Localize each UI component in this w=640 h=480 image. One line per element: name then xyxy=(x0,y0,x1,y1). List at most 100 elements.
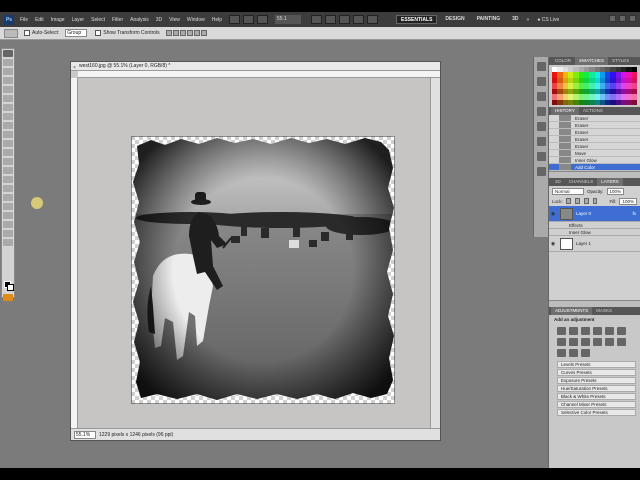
tab-3d[interactable]: 3D xyxy=(551,178,565,186)
posterize-icon[interactable] xyxy=(617,338,626,346)
mini-bridge-panel-icon[interactable] xyxy=(536,62,546,71)
history-item-selected[interactable]: Add Color xyxy=(549,164,640,171)
minimize-button[interactable] xyxy=(609,15,616,22)
selective-color-icon[interactable] xyxy=(581,349,590,357)
align-left-icon[interactable] xyxy=(186,30,193,36)
menu-layer[interactable]: Layer xyxy=(72,17,85,23)
history-item[interactable]: Eraser xyxy=(549,129,640,136)
align-right-icon[interactable] xyxy=(200,30,207,36)
close-button[interactable] xyxy=(629,15,636,22)
menu-3d[interactable]: 3D xyxy=(156,17,162,23)
tab-channels[interactable]: CHANNELS xyxy=(565,178,598,186)
3d-orbit-tool-icon[interactable] xyxy=(3,221,13,228)
maximize-button[interactable] xyxy=(619,15,626,22)
canvas[interactable] xyxy=(78,78,430,428)
move-tool-preset-icon[interactable] xyxy=(4,28,18,38)
quick-mask-icon[interactable] xyxy=(3,294,13,301)
threshold-icon[interactable] xyxy=(557,349,566,357)
channel-mixer-icon[interactable] xyxy=(593,338,602,346)
color-balance-icon[interactable] xyxy=(557,338,566,346)
lock-pixels-icon[interactable] xyxy=(574,198,580,204)
background-color-swatch[interactable] xyxy=(7,284,14,291)
preset-curves[interactable]: Curves Presets xyxy=(557,369,636,376)
menu-file[interactable]: File xyxy=(20,17,28,23)
menu-window[interactable]: Window xyxy=(187,17,205,23)
opacity-field[interactable]: 100% xyxy=(606,187,625,195)
auto-select-dropdown[interactable]: Group xyxy=(65,29,88,37)
layer-effects-row[interactable]: Effects xyxy=(549,222,640,229)
tab-color[interactable]: COLOR xyxy=(551,57,575,65)
lock-transparency-icon[interactable] xyxy=(565,198,571,204)
exposure-icon[interactable] xyxy=(593,327,602,335)
blur-tool-icon[interactable] xyxy=(3,158,13,165)
path-select-tool-icon[interactable] xyxy=(3,194,13,201)
lock-all-icon[interactable] xyxy=(592,198,598,204)
workspace-painting[interactable]: PAINTING xyxy=(473,15,505,24)
clone-source-panel-icon[interactable] xyxy=(536,107,546,116)
tab-styles[interactable]: STYLES xyxy=(608,57,633,65)
quick-select-tool-icon[interactable] xyxy=(3,77,13,84)
pen-tool-icon[interactable] xyxy=(3,176,13,183)
tab-layers[interactable]: LAYERS xyxy=(597,178,623,186)
vertical-scrollbar[interactable] xyxy=(430,78,440,428)
workspace-3d[interactable]: 3D xyxy=(508,15,522,24)
extras-icon[interactable] xyxy=(257,15,269,24)
menu-filter[interactable]: Filter xyxy=(112,17,123,23)
hue-saturation-icon[interactable] xyxy=(617,327,626,335)
auto-select-checkbox[interactable] xyxy=(24,30,30,36)
align-bottom-icon[interactable] xyxy=(179,30,186,36)
curves-icon[interactable] xyxy=(581,327,590,335)
history-item[interactable]: Inner Glow xyxy=(549,157,640,164)
tab-adjustments[interactable]: ADJUSTMENTS xyxy=(551,307,593,315)
brightness-contrast-icon[interactable] xyxy=(557,327,566,335)
color-swatch[interactable] xyxy=(631,99,637,105)
lasso-tool-icon[interactable] xyxy=(3,68,13,75)
hand-tool-icon[interactable] xyxy=(311,15,323,24)
align-vcenter-icon[interactable] xyxy=(172,30,179,36)
history-item[interactable]: Eraser xyxy=(549,136,640,143)
clone-stamp-tool-icon[interactable] xyxy=(3,122,13,129)
info-panel-icon[interactable] xyxy=(536,152,546,161)
paragraph-panel-icon[interactable] xyxy=(536,137,546,146)
history-item[interactable]: Move xyxy=(549,150,640,157)
document-size-info[interactable]: 1229 pixels x 1246 pixels (96 ppi) xyxy=(99,432,173,438)
lock-position-icon[interactable] xyxy=(583,198,589,204)
menu-image[interactable]: Image xyxy=(51,17,65,23)
invert-icon[interactable] xyxy=(605,338,614,346)
move-tool-icon[interactable] xyxy=(3,50,13,57)
tab-swatches[interactable]: SWATCHES xyxy=(575,57,609,65)
layer-row-layer-0[interactable]: ◉ Layer 0 fx xyxy=(549,206,640,222)
menu-help[interactable]: Help xyxy=(212,17,222,23)
close-document-icon[interactable]: × xyxy=(73,64,76,73)
status-zoom-field[interactable]: 55.1% xyxy=(74,430,96,439)
layer-row-layer-1[interactable]: ◉ Layer 1 xyxy=(549,236,640,252)
arrange-documents-icon[interactable] xyxy=(353,15,365,24)
screen-mode-icon[interactable] xyxy=(367,15,379,24)
history-item[interactable]: Eraser xyxy=(549,122,640,129)
workspace-essentials[interactable]: ESSENTIALS xyxy=(396,15,438,24)
fill-field[interactable]: 100% xyxy=(619,197,637,205)
photo-filter-icon[interactable] xyxy=(581,338,590,346)
eyedropper-tool-icon[interactable] xyxy=(3,95,13,102)
marquee-tool-icon[interactable] xyxy=(3,59,13,66)
history-item[interactable]: Eraser xyxy=(549,115,640,122)
align-hcenter-icon[interactable] xyxy=(193,30,200,36)
tab-history[interactable]: HISTORY xyxy=(551,107,579,115)
history-brush-tool-icon[interactable] xyxy=(3,131,13,138)
fx-icon[interactable]: fx xyxy=(632,211,636,216)
levels-icon[interactable] xyxy=(569,327,578,335)
dodge-tool-icon[interactable] xyxy=(3,167,13,174)
cs-live-button[interactable]: ● CS Live xyxy=(537,17,559,23)
menu-analysis[interactable]: Analysis xyxy=(130,17,149,23)
vertical-ruler[interactable] xyxy=(71,78,78,428)
brush-panel-icon[interactable] xyxy=(536,92,546,101)
zoom-tool-icon[interactable] xyxy=(3,239,13,246)
healing-brush-tool-icon[interactable] xyxy=(3,104,13,111)
tab-masks[interactable]: MASKS xyxy=(592,307,616,315)
vibrance-icon[interactable] xyxy=(605,327,614,335)
swatches-grid[interactable] xyxy=(552,67,637,105)
workspace-design[interactable]: DESIGN xyxy=(441,15,468,24)
hand-tool-icon[interactable] xyxy=(3,230,13,237)
black-white-icon[interactable] xyxy=(569,338,578,346)
character-panel-icon[interactable] xyxy=(536,122,546,131)
